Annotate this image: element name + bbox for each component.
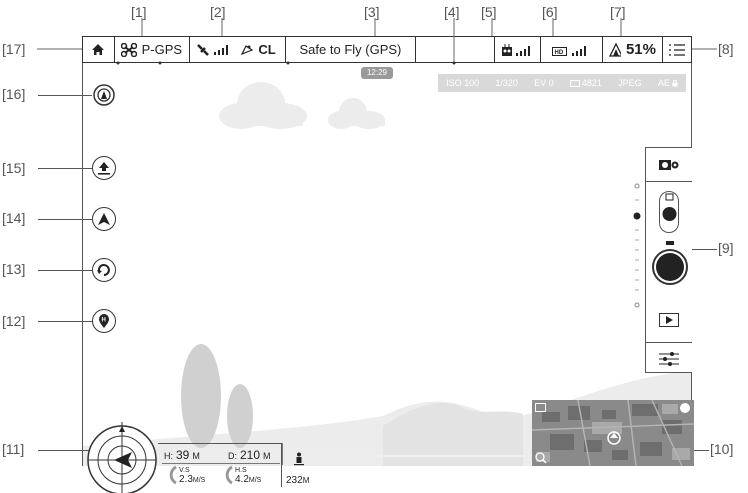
callout-6: [6] [542, 4, 558, 20]
callout-8: [8] [718, 41, 734, 57]
callout-17: [17] [2, 41, 26, 57]
takeoff-icon [98, 162, 110, 175]
hd-signal-icon: HD [551, 45, 586, 56]
camera-control-panel [645, 147, 692, 373]
horizontal-speed-readout: H.S 4.2M/S [220, 465, 261, 485]
callout-12: [12] [2, 313, 26, 329]
gps-label: CL [258, 42, 276, 57]
battery-icon [609, 42, 621, 57]
zoom-icon[interactable] [535, 452, 547, 464]
svg-text:HD: HD [554, 50, 563, 56]
callout-2: [2] [210, 4, 226, 20]
callout-15: [15] [2, 160, 26, 176]
gps-icon [241, 44, 254, 55]
home-distance-readout: 232M [282, 443, 314, 486]
gps-signal-icon [214, 44, 229, 55]
callout-16: [16] [2, 86, 26, 102]
callout-5: [5] [481, 4, 497, 20]
menu-button[interactable] [663, 37, 691, 62]
flight-mode-label: P-GPS [141, 42, 183, 57]
battery-status[interactable]: 51% [603, 37, 663, 62]
intelligent-flight-button[interactable] [92, 207, 116, 231]
return-home-icon [97, 264, 110, 276]
sd-card-icon [569, 79, 580, 87]
playback-button[interactable] [659, 313, 679, 327]
flight-mode[interactable]: P-GPS [115, 37, 191, 62]
callout-10: [10] [710, 441, 734, 457]
callout-7: [7] [610, 4, 626, 20]
hd-signal[interactable]: HD [541, 37, 603, 62]
vertical-speed-icon [169, 465, 177, 485]
north-icon[interactable] [680, 403, 690, 413]
map-image [532, 400, 694, 466]
camera-settings-icon [659, 160, 679, 170]
remote-signal[interactable] [493, 37, 542, 62]
flight-time: 12:29 [361, 67, 393, 79]
svg-text:H: H [102, 318, 106, 324]
callout-14: [14] [2, 210, 26, 226]
waypoint-button[interactable]: H [92, 309, 116, 333]
vertical-speed-readout: V.S 2.3M/S [164, 465, 205, 485]
return-home-button[interactable] [92, 258, 116, 282]
gps-status[interactable]: CL [190, 37, 286, 62]
gimbal-slider[interactable] [632, 180, 642, 310]
playback-icon [666, 316, 673, 324]
camera-params-bar[interactable]: ISO 100 1/320 EV 0 4821 JPEG AE [438, 74, 686, 92]
callout-9: [9] [718, 240, 734, 256]
beacon-button[interactable] [92, 83, 116, 107]
ev-value: EV 0 [534, 78, 554, 88]
height-readout: H: 39 M [164, 448, 200, 462]
callout-1: [1] [131, 4, 147, 20]
remote-signal-icon [501, 43, 530, 56]
callout-11: [11] [2, 441, 25, 457]
shutter-value: 1/320 [495, 78, 518, 88]
capacity-value: 4821 [569, 78, 602, 88]
shutter-button[interactable] [652, 249, 688, 285]
beacon-icon [93, 84, 115, 106]
lock-icon [672, 79, 678, 86]
camera-params-button[interactable] [659, 351, 679, 372]
menu-icon [669, 43, 685, 56]
battery-percent: 51% [625, 41, 656, 58]
camera-settings-button[interactable] [658, 158, 680, 177]
flight-status[interactable]: Safe to Fly (GPS) [286, 37, 417, 62]
photo-mode-icon [662, 193, 677, 221]
intelligent-flight-icon [98, 213, 110, 225]
waypoint-icon: H [99, 314, 109, 328]
status-bar: P-GPS CL Safe to Fly (GPS) HD 51% [82, 36, 692, 63]
shutter-button-icon [656, 253, 684, 281]
photo-video-toggle[interactable] [659, 191, 679, 233]
compass-icon [87, 422, 157, 493]
person-icon [294, 452, 304, 466]
callout-3: [3] [364, 4, 380, 20]
camera-params-icon [659, 352, 679, 366]
format-value: JPEG [618, 78, 642, 88]
iso-value: ISO 100 [446, 78, 480, 88]
compass[interactable] [84, 422, 158, 493]
flight-status-label: Safe to Fly (GPS) [299, 42, 402, 57]
ae-lock[interactable]: AE [658, 78, 678, 88]
callout-4: [4] [444, 4, 460, 20]
callout-13: [13] [2, 261, 26, 277]
home-button[interactable] [83, 37, 115, 62]
distance-readout: D: 210 M [228, 448, 271, 462]
map-expand-icon[interactable] [535, 403, 546, 412]
horizontal-speed-icon [225, 465, 233, 485]
mini-map[interactable] [532, 400, 694, 466]
aircraft-icon [120, 42, 137, 57]
takeoff-button[interactable] [92, 156, 116, 180]
home-icon [92, 44, 105, 55]
satellite-icon [197, 44, 210, 56]
